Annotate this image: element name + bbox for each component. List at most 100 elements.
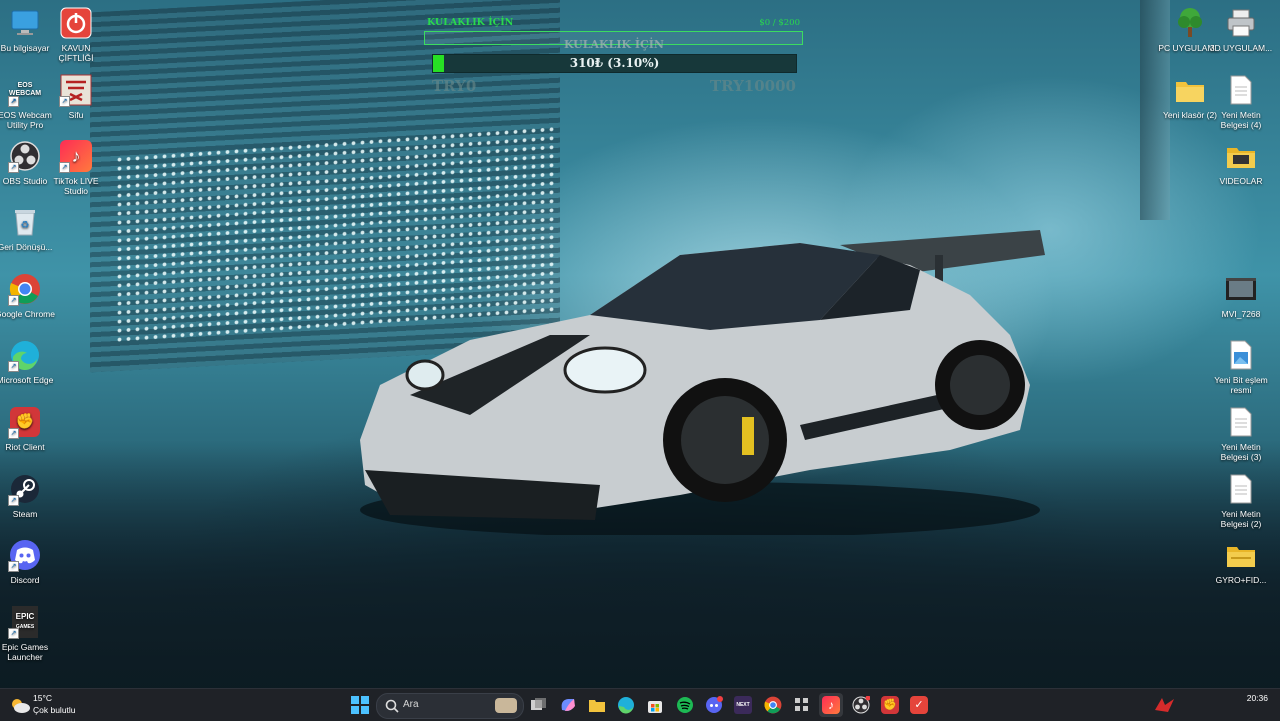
desktop-icon-label: Microsoft Edge bbox=[0, 375, 54, 385]
desktop-icon-label: Geri Dönüşü... bbox=[0, 242, 53, 252]
discord-taskbar-button[interactable] bbox=[702, 693, 726, 717]
video-file-icon bbox=[1224, 272, 1258, 306]
desktop-icon-label: TikTok LIVE Studio bbox=[53, 176, 99, 196]
obs-taskbar-button[interactable] bbox=[849, 693, 873, 717]
edge-taskbar-button[interactable] bbox=[614, 693, 638, 717]
search-icon bbox=[385, 699, 399, 713]
steam-icon: ↗ bbox=[8, 472, 42, 506]
shortcut-arrow-icon: ↗ bbox=[8, 428, 19, 439]
desktop-icon-steam[interactable]: ↗ Steam bbox=[0, 472, 57, 519]
goal-progress-text: 310₺ (3.10%) bbox=[569, 56, 660, 70]
desktop-icon-mvi-7268[interactable]: MVI_7268 bbox=[1209, 272, 1273, 319]
desktop-icon-label: Yeni Metin Belgesi (3) bbox=[1220, 442, 1262, 462]
taskbar-search[interactable]: Ara bbox=[376, 693, 524, 719]
goal-max-label: TRY10000 bbox=[709, 77, 796, 95]
recycle-bin-icon: ♻ bbox=[8, 205, 42, 239]
weather-description: Çok bulutlu bbox=[33, 705, 76, 715]
desktop-icon-google-chrome[interactable]: ↗ Google Chrome bbox=[0, 272, 57, 319]
goal-min-label: TRY0 bbox=[432, 77, 477, 95]
file-explorer-button[interactable] bbox=[585, 693, 609, 717]
desktop-icon-videolar[interactable]: VIDEOLAR bbox=[1209, 139, 1273, 186]
desktop-icon-label: Yeni Metin Belgesi (4) bbox=[1220, 110, 1262, 130]
task-view-icon bbox=[531, 698, 546, 710]
desktop-icon-riot-client[interactable]: ✊ ↗ Riot Client bbox=[0, 405, 57, 452]
search-highlight-icon bbox=[495, 698, 517, 713]
shortcut-arrow-icon: ↗ bbox=[8, 96, 19, 107]
desktop-icon-label: Google Chrome bbox=[0, 309, 55, 319]
desktop-icon-yeni-metin-3[interactable]: Yeni Metin Belgesi (3) bbox=[1209, 405, 1273, 462]
chrome-icon: ↗ bbox=[8, 272, 42, 306]
kavun-power-icon bbox=[59, 6, 93, 40]
shortcut-arrow-icon: ↗ bbox=[8, 295, 19, 306]
desktop-icon-yeni-metin-4[interactable]: Yeni Metin Belgesi (4) bbox=[1209, 73, 1273, 130]
desktop-icon-label: VIDEOLAR bbox=[1219, 176, 1263, 186]
desktop-icon-label: Steam bbox=[12, 509, 38, 519]
weather-widget[interactable] bbox=[8, 693, 32, 717]
discord-icon bbox=[706, 696, 723, 713]
desktop-icon-label: Sifu bbox=[68, 110, 84, 120]
eos-logo-text: EOS bbox=[17, 82, 33, 89]
chrome-icon bbox=[764, 696, 782, 714]
goal-amount: $0 / $200 bbox=[759, 18, 800, 28]
desktop-icon-label: KAVUN ÇİFTLİĞİ bbox=[58, 43, 94, 63]
riot-icon: ✊ ↗ bbox=[8, 405, 42, 439]
desktop-icon-epic-games[interactable]: EPIC GAMES ↗ Epic Games Launcher bbox=[0, 605, 57, 662]
weather-temperature: 15°C bbox=[33, 693, 52, 703]
cloud-icon bbox=[12, 699, 30, 713]
grid-icon bbox=[795, 698, 808, 711]
desktop-icon-label: Yeni Bit eşlem resmi bbox=[1214, 375, 1268, 395]
desktop-icon-sifu[interactable]: ↗ Sifu bbox=[44, 73, 108, 120]
shortcut-arrow-icon: ↗ bbox=[8, 162, 19, 173]
store-button[interactable] bbox=[643, 693, 667, 717]
desktop-icon-yeni-bit-eslem[interactable]: Yeni Bit eşlem resmi bbox=[1209, 338, 1273, 395]
text-document-icon bbox=[1224, 472, 1258, 506]
desktop-icon-label: Discord bbox=[10, 575, 40, 585]
kavun-taskbar-button[interactable]: ✓ bbox=[907, 693, 931, 717]
taskbar: Ara NEXT ♪ ✊ ✓ bbox=[0, 688, 1280, 721]
next-app-button[interactable]: NEXT bbox=[731, 693, 755, 717]
store-icon bbox=[648, 701, 662, 713]
riot-taskbar-button[interactable]: ✊ bbox=[878, 693, 902, 717]
desktop-icon-recycle-bin[interactable]: ♻ Geri Dönüşü... bbox=[0, 205, 57, 252]
shortcut-arrow-icon: ↗ bbox=[59, 96, 70, 107]
desktop-icon-microsoft-edge[interactable]: ↗ Microsoft Edge bbox=[0, 338, 57, 385]
folder-icon bbox=[1173, 73, 1207, 107]
shortcut-arrow-icon: ↗ bbox=[8, 495, 19, 506]
taskbar-clock[interactable]: 20:36 bbox=[1247, 693, 1268, 704]
app-grid-button[interactable] bbox=[790, 693, 814, 717]
folder-icon bbox=[1224, 139, 1258, 173]
desktop-icon-label: 3D UYGULAM... bbox=[1209, 43, 1273, 53]
epic-logo-text: EPIC bbox=[15, 612, 35, 621]
chrome-taskbar-button[interactable] bbox=[761, 693, 785, 717]
shortcut-arrow-icon: ↗ bbox=[8, 561, 19, 572]
desktop-icon-label: Riot Client bbox=[5, 442, 45, 452]
text-document-icon bbox=[1224, 73, 1258, 107]
windows-icon bbox=[351, 696, 369, 714]
kavun-icon: ✓ bbox=[910, 696, 928, 714]
donation-goal-widget: KULAKLIK İÇİN $0 / $200 KULAKLIK İÇİN 31… bbox=[424, 17, 804, 97]
desktop-icon-3d-uygulamalari[interactable]: 3D UYGULAM... bbox=[1209, 6, 1273, 53]
task-view-button[interactable] bbox=[527, 693, 551, 717]
spotify-button[interactable] bbox=[673, 693, 697, 717]
desktop-icon-kavun-ciftligi[interactable]: KAVUN ÇİFTLİĞİ bbox=[44, 6, 108, 63]
obs-icon: ↗ bbox=[8, 139, 42, 173]
desktop-icon-yeni-metin-2[interactable]: Yeni Metin Belgesi (2) bbox=[1209, 472, 1273, 529]
start-button[interactable] bbox=[348, 693, 372, 717]
brand-logo-icon bbox=[1155, 698, 1174, 712]
desktop-icon-label: GYRO+FID... bbox=[1215, 575, 1267, 585]
printer-icon bbox=[1224, 6, 1258, 40]
copilot-button[interactable] bbox=[556, 693, 580, 717]
tiktok-live-icon: ♪ bbox=[822, 696, 840, 714]
next-icon: NEXT bbox=[734, 696, 752, 714]
obs-icon bbox=[852, 696, 870, 714]
folder-icon bbox=[589, 700, 605, 712]
shortcut-arrow-icon: ↗ bbox=[59, 162, 70, 173]
desktop-icon-tiktok-live[interactable]: ♪ ↗ TikTok LIVE Studio bbox=[44, 139, 108, 196]
desktop-icon-discord[interactable]: ↗ Discord bbox=[0, 538, 57, 585]
desktop-icon-gyro-fid[interactable]: GYRO+FID... bbox=[1209, 538, 1273, 585]
goal-progress-bar: 310₺ (3.10%) bbox=[432, 54, 797, 73]
desktop-wallpaper bbox=[0, 0, 1280, 688]
discord-icon: ↗ bbox=[8, 538, 42, 572]
tiktok-live-taskbar-button[interactable]: ♪ bbox=[819, 693, 843, 717]
tray-app-icon[interactable] bbox=[1153, 693, 1177, 717]
